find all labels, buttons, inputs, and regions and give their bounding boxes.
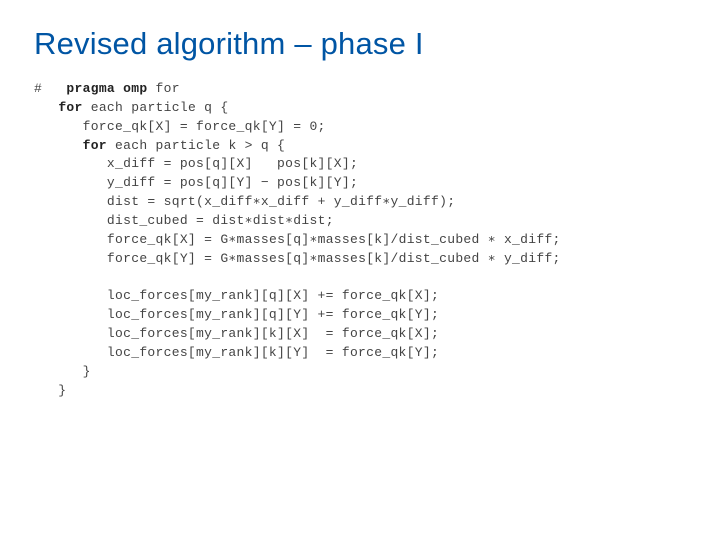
code-line-9: loc_forces[my_rank][q][Y] += force_qk[Y]…: [34, 307, 439, 322]
code-line-3: y_diff = pos[q][Y] − pos[k][Y];: [34, 175, 358, 190]
pragma-rest: for: [156, 81, 180, 96]
code-line-1: force_qk[X] = force_qk[Y] = 0;: [34, 119, 326, 134]
code-block: # pragma omp for for each particle q { f…: [34, 80, 686, 400]
kw-for-2: for: [83, 138, 107, 153]
kw-for-1: for: [58, 100, 82, 115]
code-line-6: force_qk[X] = G∗masses[q]∗masses[k]/dist…: [34, 232, 561, 247]
code-line-5: dist_cubed = dist∗dist∗dist;: [34, 213, 334, 228]
code-line-2: x_diff = pos[q][X] pos[k][X];: [34, 156, 358, 171]
code-line-7: force_qk[Y] = G∗masses[q]∗masses[k]/dist…: [34, 251, 561, 266]
code-line-13: }: [34, 383, 66, 398]
code-line-8: loc_forces[my_rank][q][X] += force_qk[X]…: [34, 288, 439, 303]
slide-title: Revised algorithm – phase I: [34, 26, 686, 62]
for1-rest: each particle q {: [91, 100, 229, 115]
code-line-4: dist = sqrt(x_diff∗x_diff + y_diff∗y_dif…: [34, 194, 455, 209]
code-line-12: }: [34, 364, 91, 379]
code-line-11: loc_forces[my_rank][k][Y] = force_qk[Y];: [34, 345, 439, 360]
code-hash: #: [34, 81, 42, 96]
for2-rest: each particle k > q {: [115, 138, 285, 153]
kw-pragma: pragma omp: [66, 81, 147, 96]
slide: Revised algorithm – phase I # pragma omp…: [0, 0, 720, 540]
code-line-10: loc_forces[my_rank][k][X] = force_qk[X];: [34, 326, 439, 341]
